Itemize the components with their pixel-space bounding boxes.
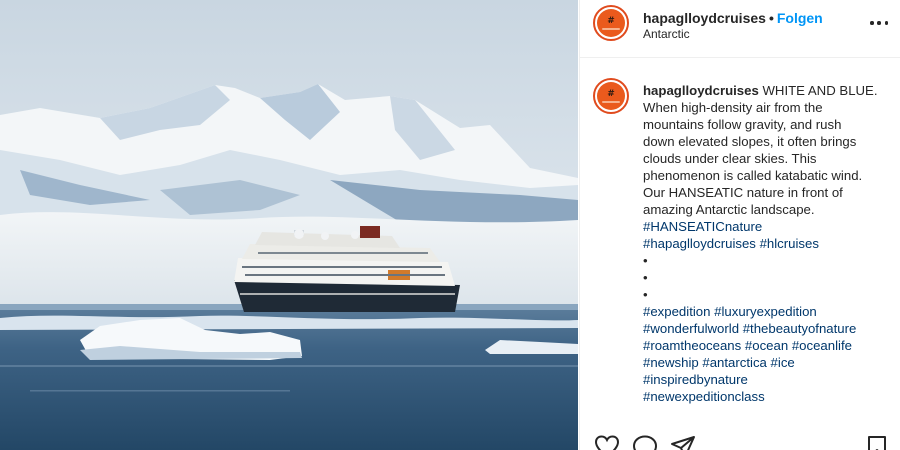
hashtag-line[interactable]: #hapaglloydcruises #hlcruises: [643, 235, 883, 252]
profile-avatar[interactable]: #: [593, 5, 629, 41]
header-title-line: hapaglloydcruises • Folgen: [643, 10, 823, 26]
follow-button[interactable]: Folgen: [777, 10, 823, 26]
caption-text-line: Our HANSEATIC nature in front of: [643, 185, 843, 200]
bookmark-icon[interactable]: [866, 435, 888, 450]
caption-text-line: When high-density air from the: [643, 100, 823, 115]
hashtag-line[interactable]: #expedition #luxuryexpedition: [643, 303, 883, 320]
caption-bullet: •: [643, 287, 648, 302]
caption-text-line: WHITE AND BLUE.: [762, 83, 878, 98]
caption-text-line: clouds under clear skies. This: [643, 151, 817, 166]
location-link[interactable]: Antarctic: [643, 27, 690, 41]
header-separator: •: [768, 10, 774, 26]
caption-bullet: •: [643, 253, 648, 268]
more-options-icon[interactable]: [870, 14, 888, 32]
caption-username[interactable]: hapaglloydcruises: [643, 83, 759, 98]
comment-icon[interactable]: [632, 435, 658, 450]
antarctic-cruise-ship-image: [0, 0, 578, 450]
caption-text-line: mountains follow gravity, and rush: [643, 117, 842, 132]
hashtag-line[interactable]: #newship #antarctica #ice: [643, 354, 883, 371]
caption-avatar[interactable]: #: [593, 78, 629, 114]
caption-bullet: •: [643, 270, 648, 285]
share-icon[interactable]: [670, 435, 696, 450]
post-header: # hapaglloydcruises • Folgen Antarctic: [580, 0, 900, 58]
post-photo[interactable]: [0, 0, 578, 450]
hashtag-line[interactable]: #HANSEATICnature: [643, 218, 883, 235]
caption-text-line: down elevated slopes, it often brings: [643, 134, 857, 149]
post-action-bar: [580, 435, 900, 450]
post-caption: hapaglloydcruises WHITE AND BLUE. When h…: [643, 82, 883, 405]
hashtag-line[interactable]: #newexpeditionclass: [643, 388, 883, 405]
caption-text-line: amazing Antarctic landscape.: [643, 202, 815, 217]
hapag-lloyd-logo-icon: #: [597, 82, 625, 110]
caption-text-line: phenomenon is called katabatic wind.: [643, 168, 863, 183]
hashtag-line[interactable]: #inspiredbynature: [643, 371, 883, 388]
hashtag-line[interactable]: #wonderfulworld #thebeautyofnature: [643, 320, 883, 337]
hashtag-line[interactable]: #roamtheoceans #ocean #oceanlife: [643, 337, 883, 354]
heart-icon[interactable]: [594, 435, 620, 450]
hapag-lloyd-logo-icon: #: [597, 9, 625, 37]
header-username[interactable]: hapaglloydcruises: [643, 10, 766, 26]
post-sidebar: # hapaglloydcruises • Folgen Antarctic # h…: [579, 0, 900, 450]
